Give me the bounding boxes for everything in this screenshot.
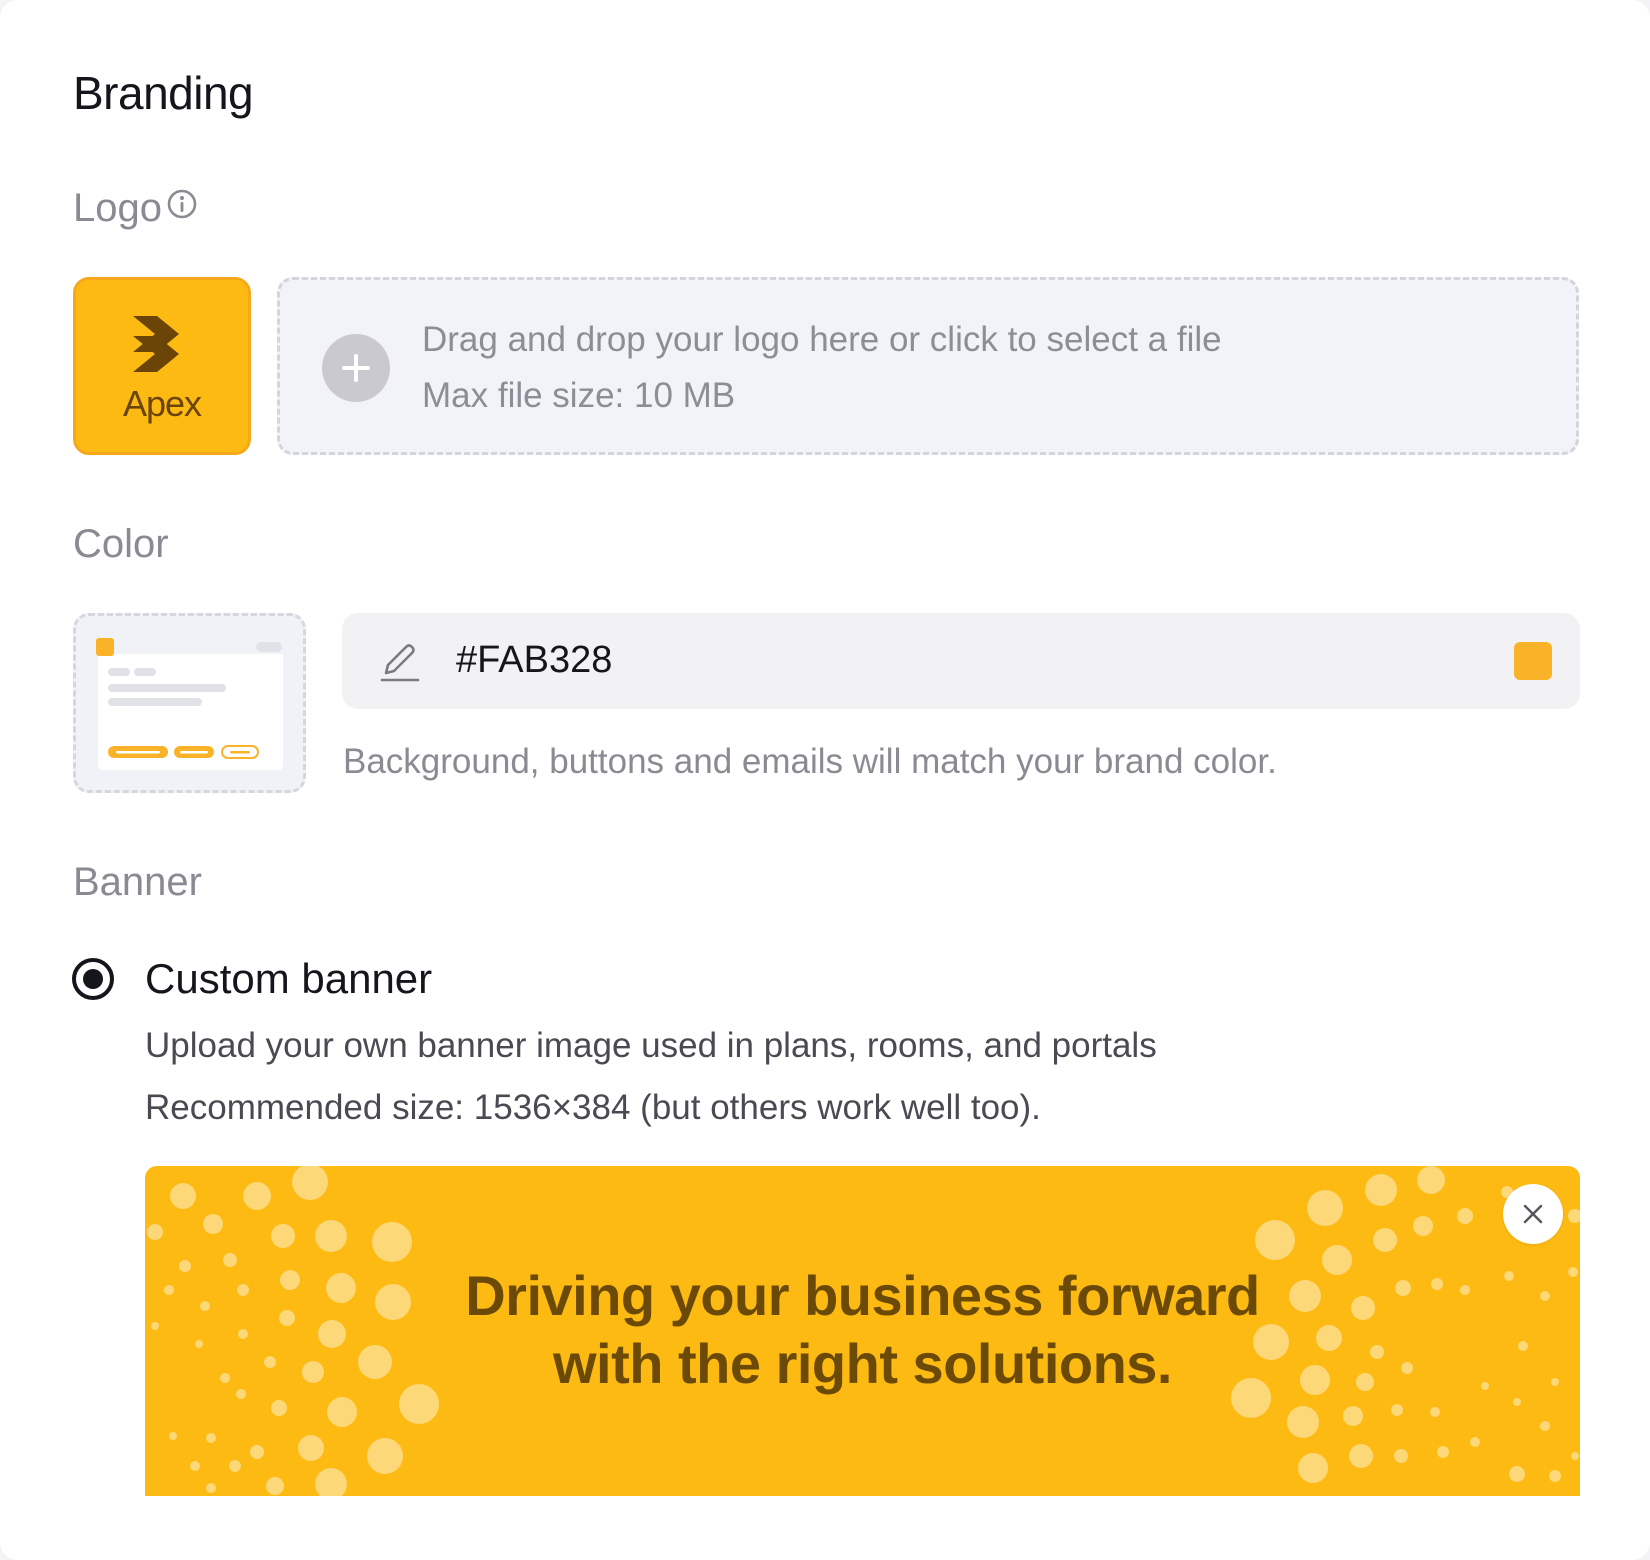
hex-value: #FAB328 [456,639,613,681]
custom-banner-radio[interactable] [72,958,114,1000]
pencil-icon [380,644,420,682]
banner-headline-line2: with the right solutions. [552,1332,1173,1395]
remove-banner-button[interactable] [1503,1184,1563,1244]
banner-headline-line1: Driving your business forward [465,1264,1260,1327]
color-preview-thumbnail [73,613,306,793]
brand-color-input[interactable]: #FAB328 [342,613,1580,709]
banner-label: Banner [73,860,202,904]
color-help-text: Background, buttons and emails will matc… [343,742,1277,781]
color-swatch[interactable] [1514,642,1552,680]
close-icon [1523,1204,1543,1224]
logo-section-label: Logo [73,186,198,231]
banner-recommended-size: Recommended size: 1536×384 (but others w… [145,1088,1041,1127]
banner-image: Driving your business forward with the r… [145,1166,1580,1496]
branding-card: Branding Logo Apex Drag and drop your lo… [0,0,1650,1560]
dropzone-primary-text: Drag and drop your logo here or click to… [422,320,1222,359]
logo-name: Apex [122,383,202,424]
plus-icon [322,334,390,402]
chevrons-right-icon [133,316,179,372]
logo-label: Logo [73,186,162,230]
info-icon[interactable] [166,185,198,230]
dropzone-secondary-text: Max file size: 10 MB [422,376,736,415]
custom-banner-label[interactable]: Custom banner [145,955,432,1003]
preview-illustration [96,638,283,770]
color-label: Color [73,522,169,566]
radio-selected-dot [83,969,103,989]
banner-headline: Driving your business forward with the r… [145,1262,1580,1398]
logo-dropzone[interactable]: Drag and drop your logo here or click to… [277,277,1579,455]
page-title: Branding [73,67,254,119]
banner-description: Upload your own banner image used in pla… [145,1026,1157,1065]
logo-preview: Apex [73,277,251,455]
